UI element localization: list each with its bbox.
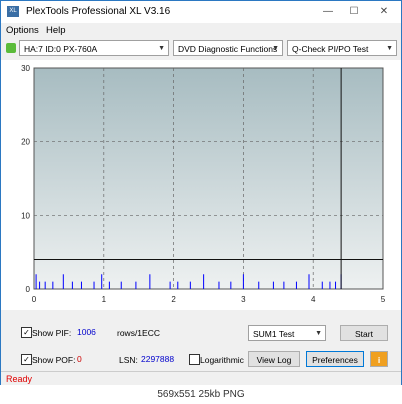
preferences-button[interactable]: Preferences — [306, 351, 364, 367]
chevron-down-icon: ▼ — [315, 330, 322, 337]
x-tick-label: 2 — [171, 295, 176, 304]
menu-options[interactable]: Options — [6, 25, 39, 36]
sum-test-select[interactable]: SUM1 Test ▼ — [248, 325, 326, 341]
pif-value: 1006 — [77, 327, 96, 337]
chevron-down-icon: ▼ — [158, 45, 165, 52]
sum-test-value: SUM1 Test — [253, 329, 295, 339]
app-window: XL PlexTools Professional XL V3.16 — ☐ ✕… — [0, 0, 402, 387]
x-tick-label: 1 — [102, 295, 107, 304]
menu-help[interactable]: Help — [46, 25, 66, 36]
function-select[interactable]: DVD Diagnostic Functions ▼ — [173, 40, 283, 56]
x-tick-label: 3 — [241, 295, 246, 304]
image-caption: 569x551 25kb PNG — [0, 385, 402, 404]
menu-bar: Options Help — [1, 23, 401, 38]
show-pif-checkbox[interactable]: ✓ — [21, 327, 32, 338]
lsn-value: 2297888 — [141, 354, 175, 364]
y-tick-label: 10 — [21, 211, 30, 220]
show-pif-label: Show PIF: — [32, 328, 72, 338]
rows-label: rows/1ECC — [117, 328, 160, 338]
y-tick-label: 30 — [21, 64, 30, 73]
plot-area — [33, 67, 384, 290]
drive-icon — [6, 43, 16, 53]
y-tick-label: 0 — [26, 285, 31, 294]
show-pof-label: Show POF: — [32, 355, 76, 365]
minimize-button[interactable]: — — [315, 4, 341, 20]
drive-select-value: HA:7 ID:0 PX-760A — [24, 44, 98, 54]
x-tick-label: 5 — [381, 295, 386, 304]
view-log-button[interactable]: View Log — [248, 351, 300, 367]
test-select[interactable]: Q-Check PI/PO Test ▼ — [287, 40, 397, 56]
maximize-button[interactable]: ☐ — [341, 4, 367, 20]
chevron-down-icon: ▼ — [272, 45, 279, 52]
drive-select[interactable]: HA:7 ID:0 PX-760A ▼ — [19, 40, 169, 56]
x-tick-label: 0 — [32, 295, 37, 304]
function-select-value: DVD Diagnostic Functions — [178, 44, 278, 54]
toolbar: HA:7 ID:0 PX-760A ▼ DVD Diagnostic Funct… — [1, 38, 401, 60]
info-icon[interactable]: i — [370, 351, 388, 367]
chevron-down-icon: ▼ — [386, 45, 393, 52]
close-button[interactable]: ✕ — [371, 4, 397, 20]
x-tick-label: 4 — [311, 295, 316, 304]
logarithmic-checkbox[interactable] — [189, 354, 200, 365]
start-button[interactable]: Start — [340, 325, 388, 341]
logarithmic-label: Logarithmic — [200, 355, 244, 365]
chart-area: 0 10 20 30 0 1 2 3 4 5 — [1, 60, 401, 310]
title-bar: XL PlexTools Professional XL V3.16 — ☐ ✕ — [1, 1, 401, 23]
window-title: PlexTools Professional XL V3.16 — [26, 6, 171, 17]
test-select-value: Q-Check PI/PO Test — [292, 44, 369, 54]
lsn-label: LSN: — [119, 355, 138, 365]
show-pof-checkbox[interactable]: ✓ — [21, 354, 32, 365]
app-icon: XL — [7, 6, 19, 17]
y-tick-label: 20 — [21, 138, 30, 147]
pof-value: 0 — [77, 354, 82, 364]
status-text: Ready — [6, 374, 33, 384]
